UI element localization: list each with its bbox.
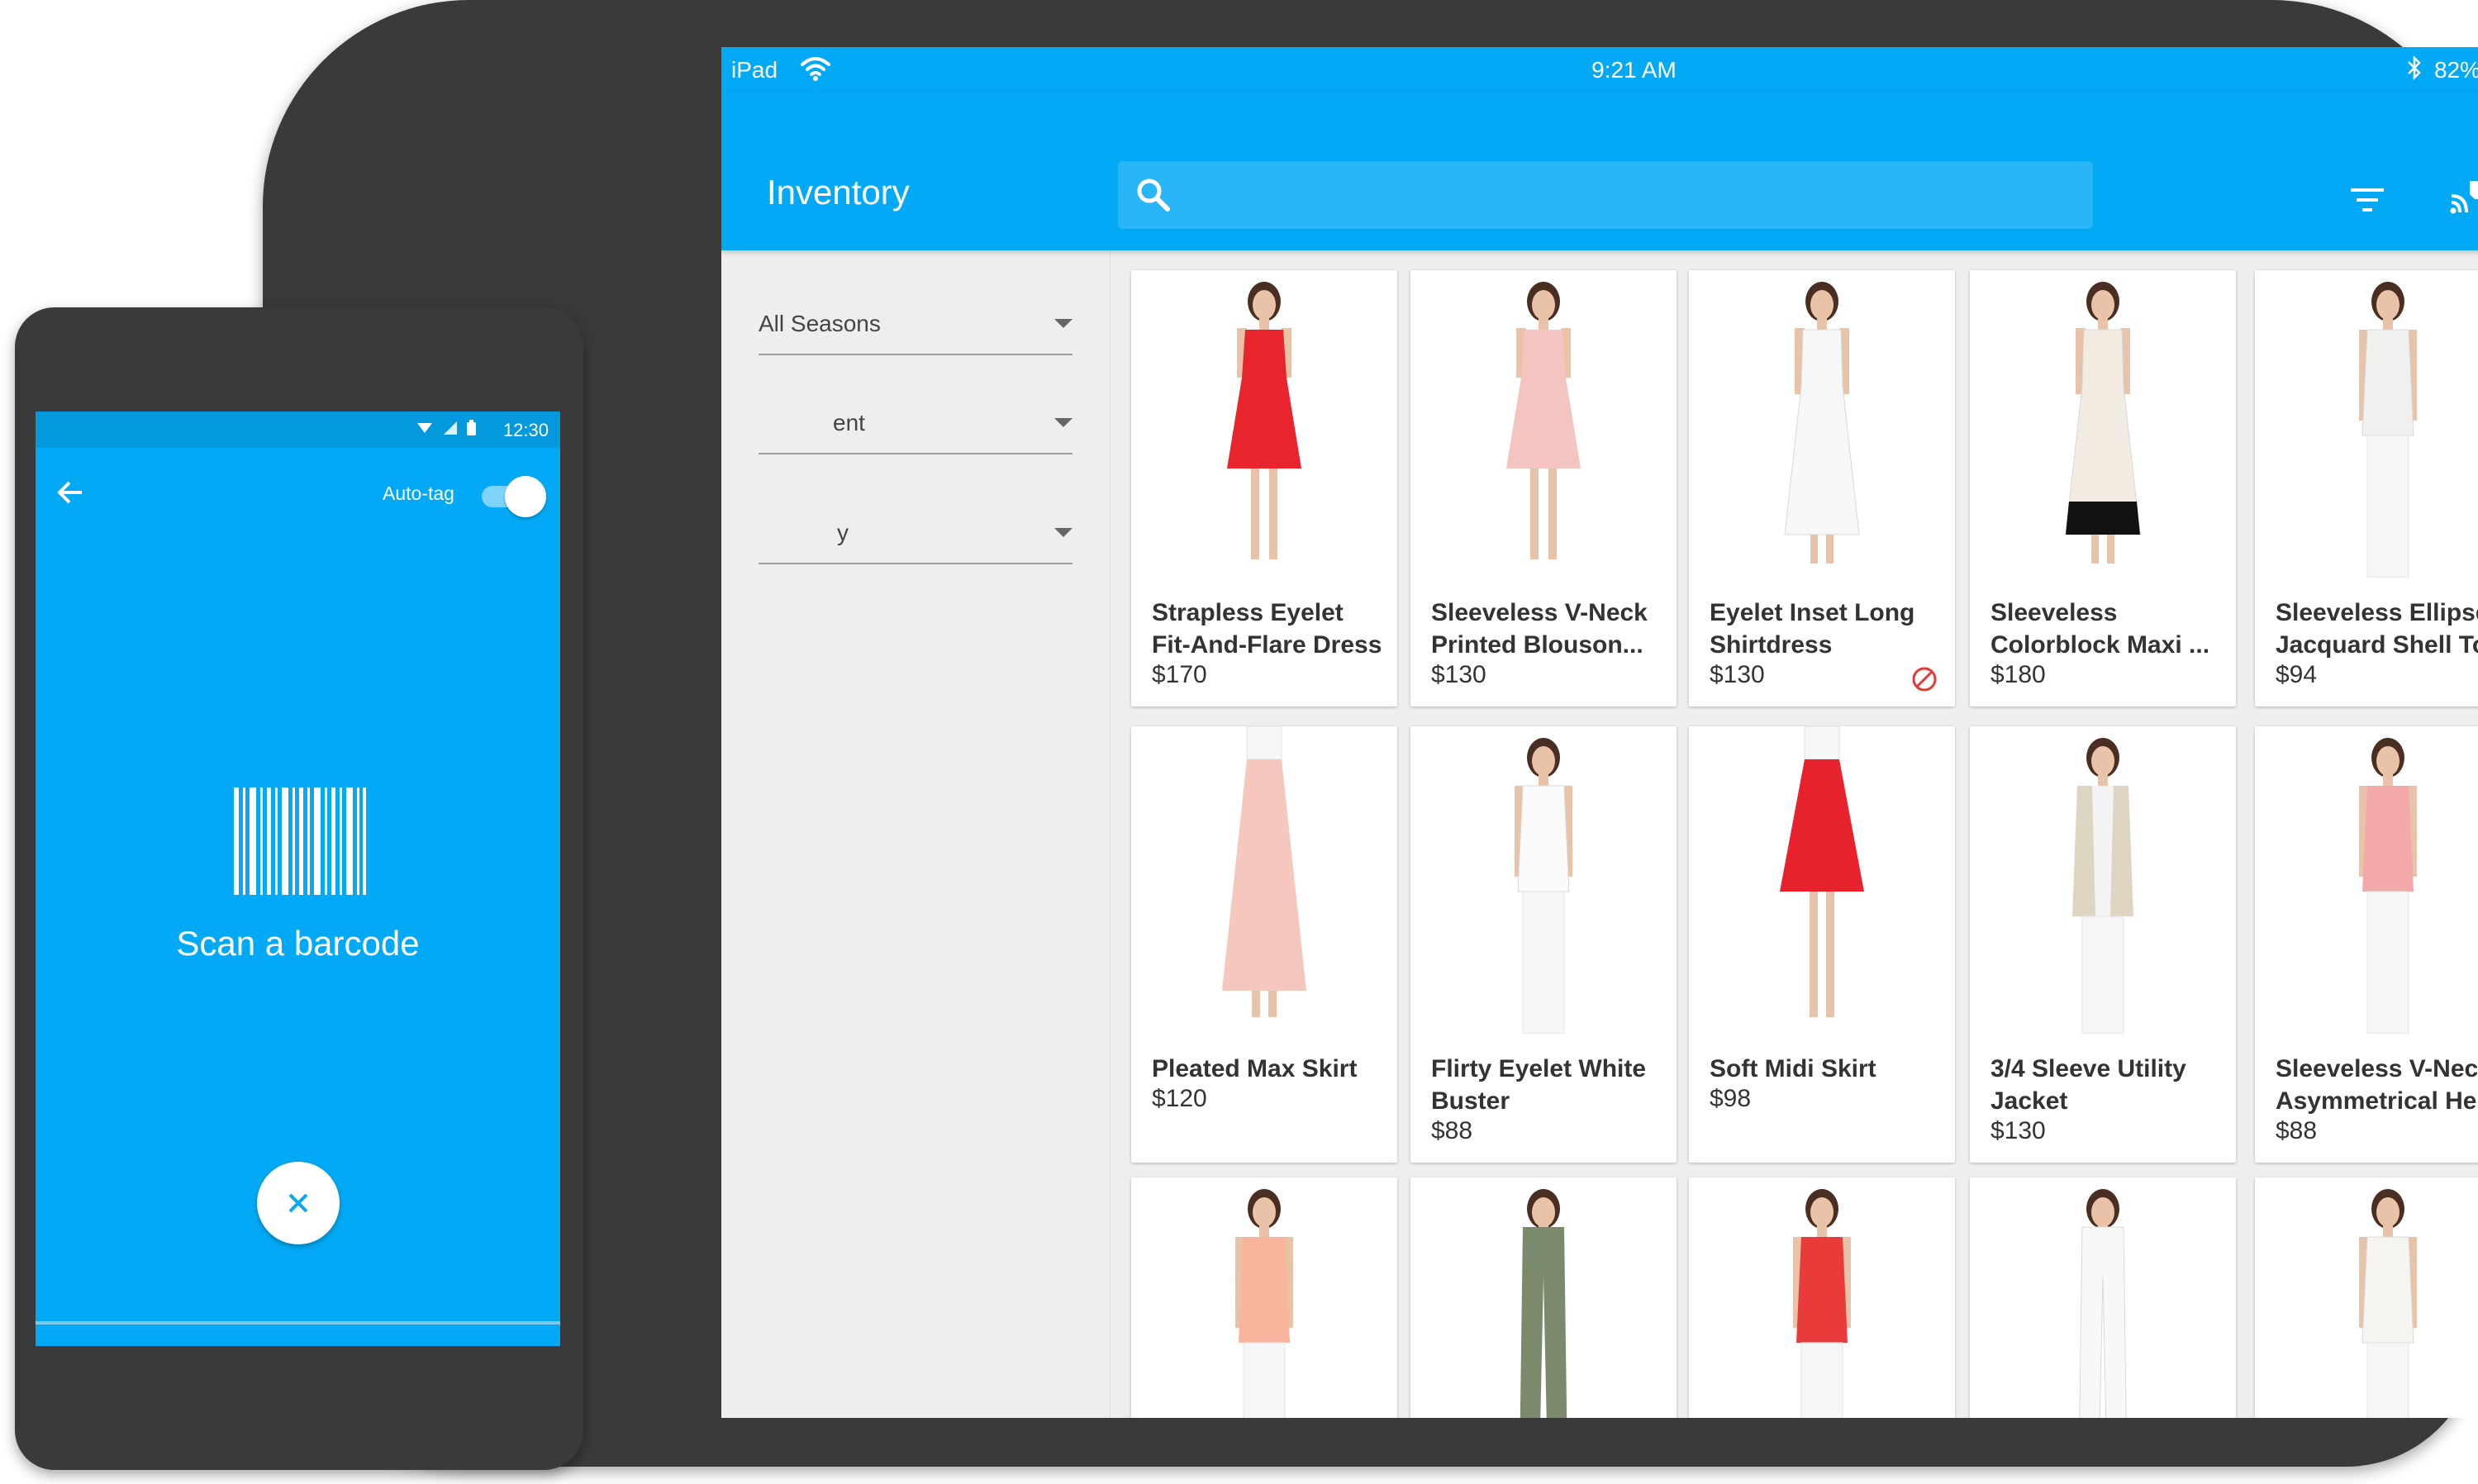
- product-name: Flirty Eyelet White Buster: [1431, 1055, 1647, 1115]
- chevron-down-icon: [1054, 528, 1073, 537]
- product-name: Sleeveless V-Neck Asymmetrical Helm: [2276, 1055, 2478, 1115]
- tablet-app-bar: Inventory: [721, 92, 2478, 250]
- phone-screen: 12:30 Auto-tag Scan a barcode: [36, 411, 560, 1346]
- category-dropdown[interactable]: y: [759, 513, 1073, 564]
- product-name: Sleeveless V-Neck Printed Blouson...: [1431, 599, 1648, 659]
- filter-icon[interactable]: [2349, 186, 2385, 218]
- dropdown-label: All Seasons: [759, 311, 881, 336]
- product-price: $120: [1152, 1085, 1207, 1112]
- product-image: [1689, 1177, 1955, 1418]
- product-image: [1131, 1177, 1397, 1418]
- product-price: $170: [1152, 661, 1207, 688]
- close-button[interactable]: [257, 1162, 340, 1244]
- dropdown-label: ent: [833, 410, 865, 435]
- product-price: $88: [2276, 1117, 2318, 1144]
- search-input[interactable]: [1118, 161, 2093, 229]
- product-image: [1410, 726, 1677, 1034]
- filter-panel: All Seasons ent y: [721, 250, 1111, 1418]
- tablet-clock: 9:21 AM: [1591, 57, 1677, 83]
- product-image: [1131, 270, 1397, 578]
- phone-clock: 12:30: [502, 420, 549, 440]
- product-image: [1689, 270, 1955, 578]
- bluetooth-icon: [2406, 55, 2423, 86]
- close-icon: [288, 1193, 308, 1213]
- product-price: $180: [1990, 661, 2046, 688]
- product-image: [1131, 726, 1397, 1034]
- chevron-down-icon: [1054, 319, 1073, 328]
- product-card[interactable]: Eyelet Inset Long Shirtdress $130: [1689, 270, 1955, 706]
- autotag-label: Auto-tag: [383, 483, 454, 504]
- product-card[interactable]: Sleeveless V-Neck Printed Blouson... $130: [1410, 270, 1677, 706]
- block-icon: [1910, 665, 1938, 697]
- product-card[interactable]: [1970, 1177, 2236, 1418]
- phone-status-bar: 12:30: [36, 411, 560, 448]
- product-card[interactable]: Pleated Max Skirt $120: [1131, 726, 1397, 1163]
- back-arrow-icon[interactable]: [54, 476, 87, 513]
- product-card[interactable]: Strapless Eyelet Fit-And-Flare Dress $170: [1131, 270, 1397, 706]
- autotag-toggle[interactable]: [482, 476, 546, 517]
- product-name: Sleeveless Colorblock Maxi ...: [1990, 599, 2210, 659]
- product-name: Sleeveless Ellipses Jacquard Shell Top: [2276, 599, 2478, 659]
- product-image: [1689, 726, 1955, 1034]
- chevron-down-icon: [1054, 418, 1073, 427]
- bottom-divider: [36, 1321, 560, 1325]
- product-price: $130: [1990, 1117, 2046, 1144]
- product-image: [1410, 1177, 1677, 1418]
- product-image: [1970, 270, 2236, 578]
- product-price: $88: [1431, 1117, 1473, 1144]
- product-name: Soft Midi Skirt: [1710, 1055, 1876, 1082]
- product-price: $98: [1710, 1085, 1752, 1112]
- tablet-screen: iPad 9:21 AM 82% Inventory All Seasons e…: [721, 47, 2478, 1418]
- product-name: Pleated Max Skirt: [1152, 1055, 1358, 1082]
- product-image: [2255, 1177, 2478, 1418]
- product-card[interactable]: Flirty Eyelet White Buster $88: [1410, 726, 1677, 1163]
- season-dropdown[interactable]: All Seasons: [759, 304, 1073, 355]
- dropdown-label: y: [837, 520, 849, 545]
- product-price: $94: [2276, 661, 2318, 688]
- page-title: Inventory: [767, 173, 910, 212]
- product-card[interactable]: [1131, 1177, 1397, 1418]
- phone-device: 12:30 Auto-tag Scan a barcode: [15, 307, 583, 1470]
- tablet-device: iPad 9:21 AM 82% Inventory All Seasons e…: [263, 0, 2478, 1467]
- product-name: Strapless Eyelet Fit-And-Flare Dress: [1152, 599, 1382, 659]
- product-image: [2255, 726, 2478, 1034]
- product-image: [1410, 270, 1677, 578]
- product-image: [2255, 270, 2478, 578]
- product-card[interactable]: [1689, 1177, 1955, 1418]
- scan-instruction: Scan a barcode: [176, 924, 420, 963]
- product-card[interactable]: Sleeveless V-Neck Asymmetrical Helm$88: [2255, 726, 2478, 1163]
- signal-icons: [416, 420, 482, 443]
- department-dropdown[interactable]: ent: [759, 403, 1073, 454]
- search-icon[interactable]: [1134, 176, 1172, 218]
- barcode-icon: [234, 787, 366, 899]
- product-card[interactable]: Sleeveless Ellipses Jacquard Shell Top$9…: [2255, 270, 2478, 706]
- product-price: $130: [1431, 661, 1486, 688]
- product-image: [1970, 726, 2236, 1034]
- cast-tag-icon[interactable]: [2448, 178, 2478, 221]
- battery-percent: 82%: [2433, 57, 2478, 83]
- product-card[interactable]: [2255, 1177, 2478, 1418]
- product-image: [1970, 1177, 2236, 1418]
- tablet-status-bar: iPad 9:21 AM 82%: [721, 47, 2478, 92]
- product-name: 3/4 Sleeve Utility Jacket: [1990, 1055, 2186, 1115]
- product-card[interactable]: Soft Midi Skirt $98: [1689, 726, 1955, 1163]
- product-card[interactable]: [1410, 1177, 1677, 1418]
- product-card[interactable]: 3/4 Sleeve Utility Jacket $130: [1970, 726, 2236, 1163]
- product-price: $130: [1710, 661, 1765, 688]
- product-card[interactable]: Sleeveless Colorblock Maxi ... $180: [1970, 270, 2236, 706]
- product-name: Eyelet Inset Long Shirtdress: [1710, 599, 1915, 659]
